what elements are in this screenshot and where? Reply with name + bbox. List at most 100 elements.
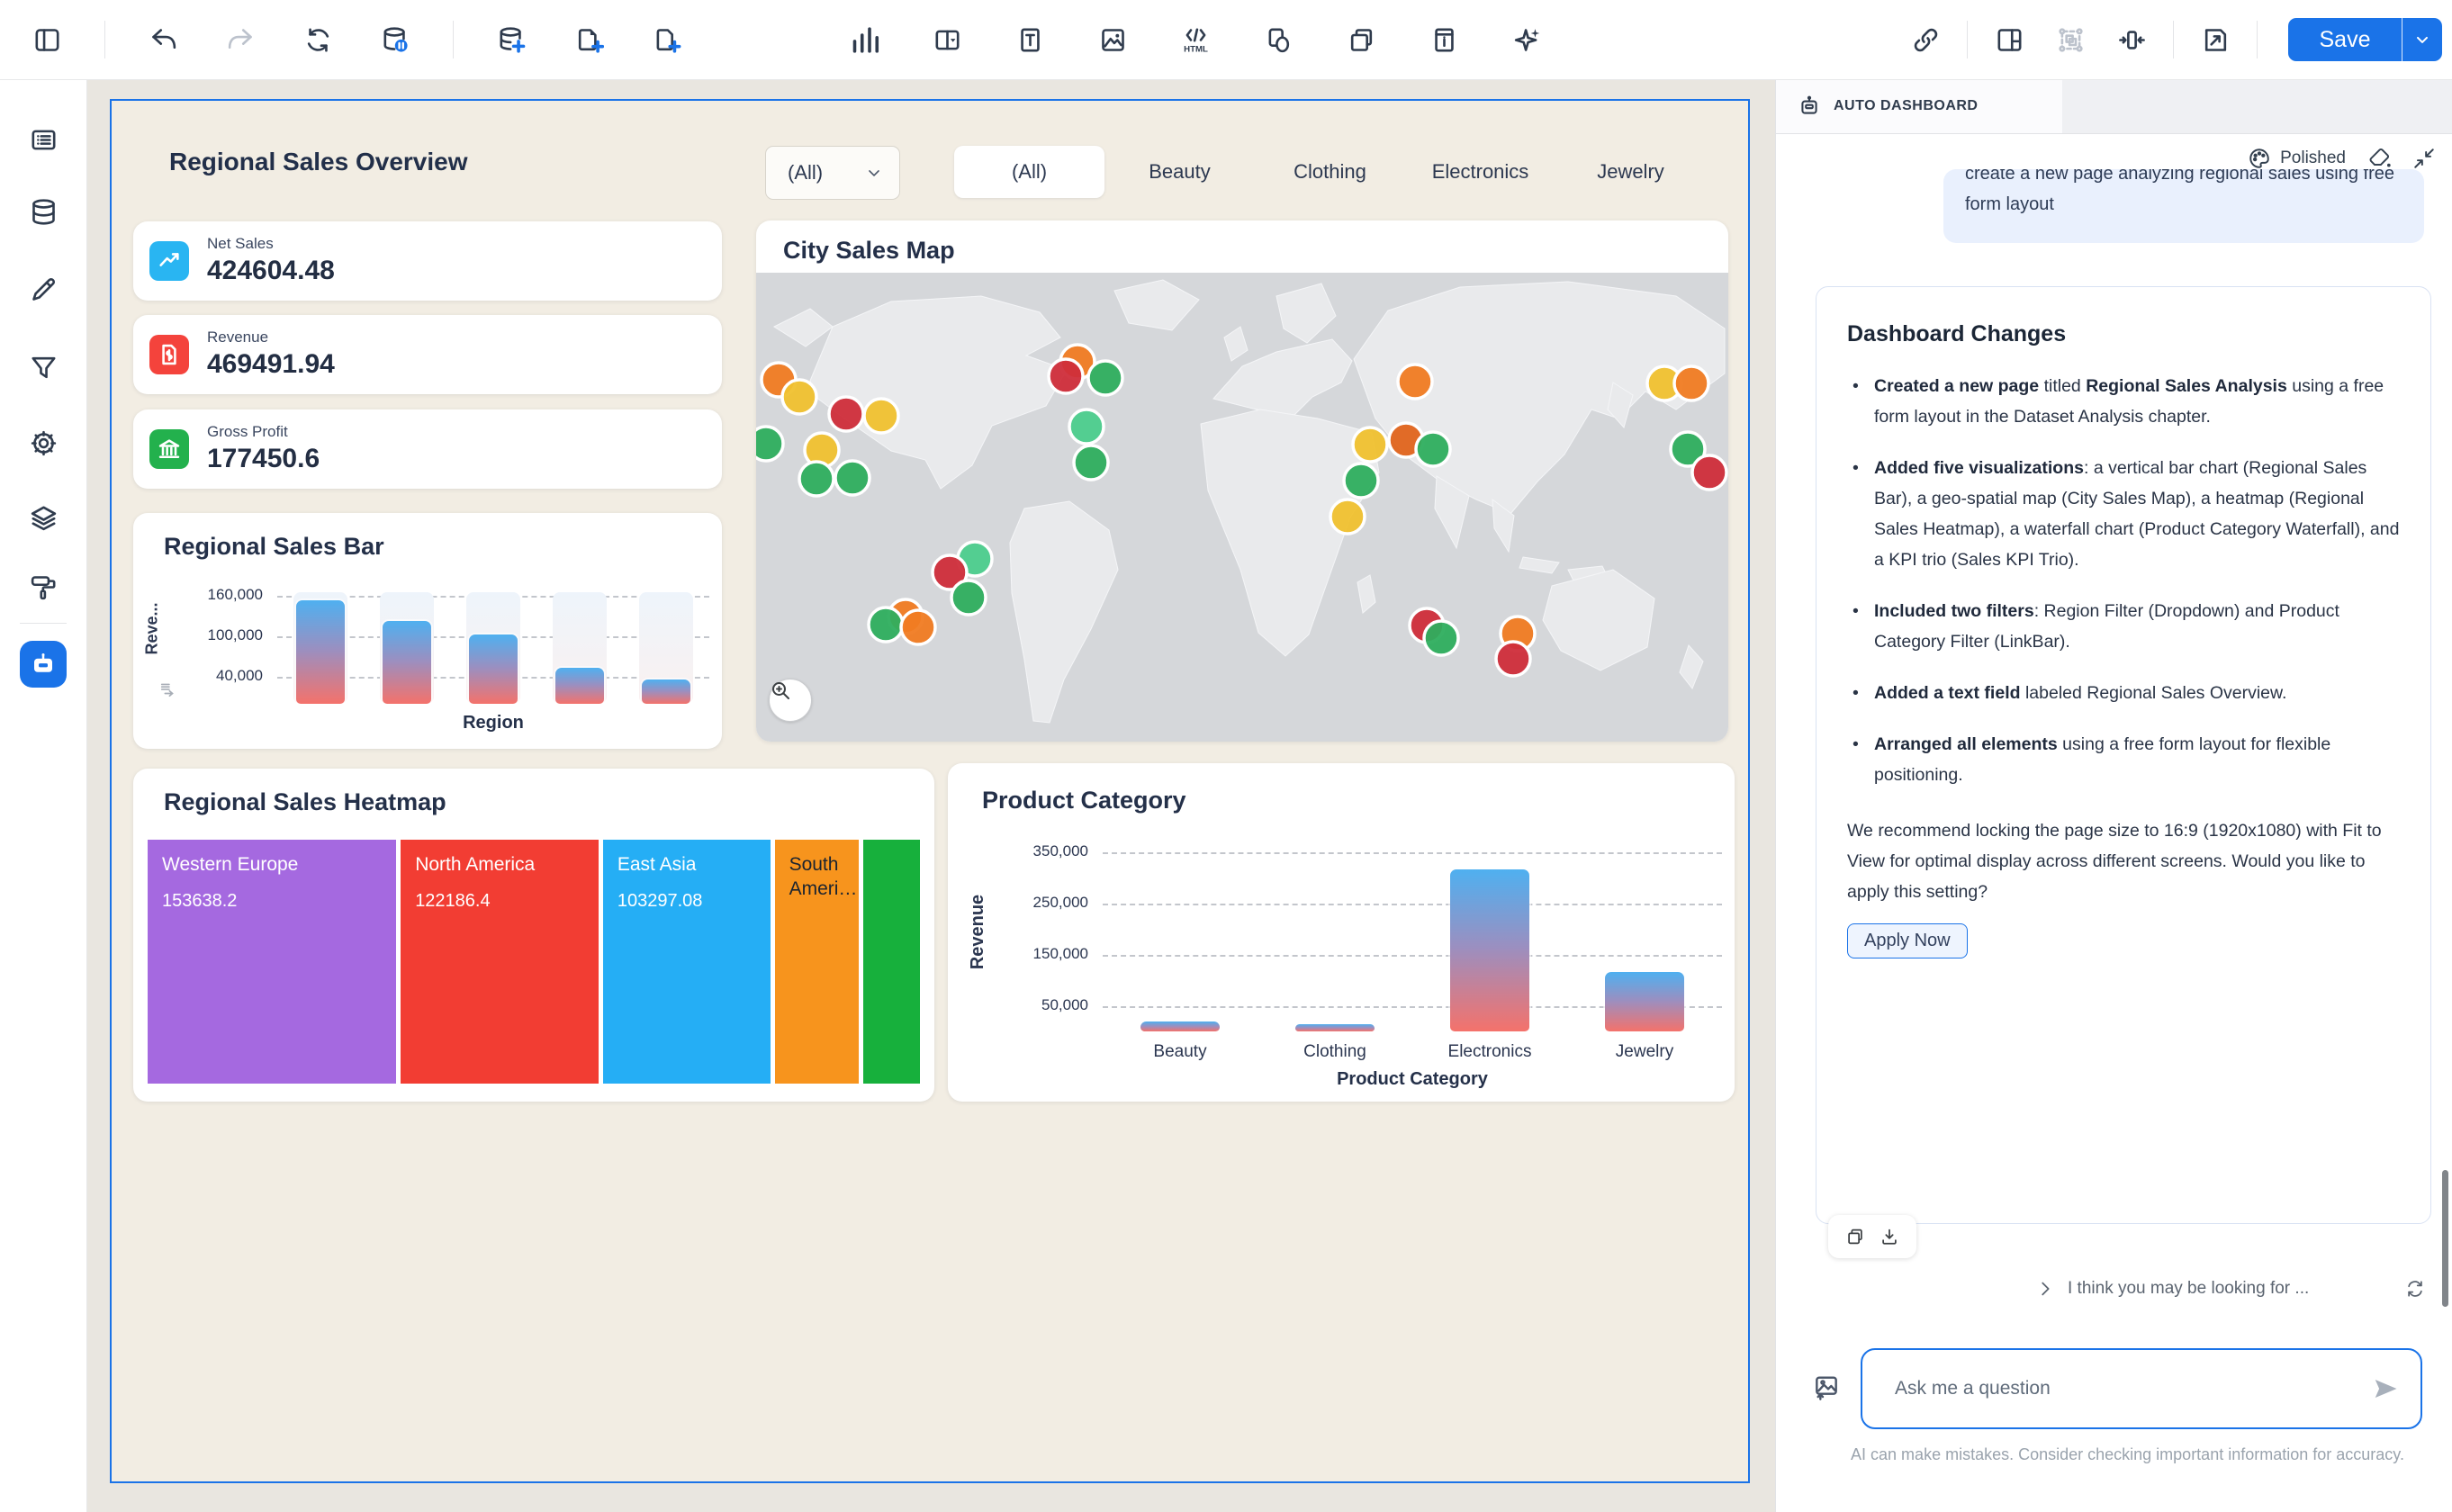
treemap-block[interactable]: East Asia103297.08 xyxy=(603,840,771,1084)
shapes-widget-icon[interactable] xyxy=(1258,20,1298,59)
city-marker[interactable] xyxy=(1496,642,1530,676)
map-zoom-control[interactable] xyxy=(769,679,812,722)
bar[interactable] xyxy=(1295,1024,1375,1031)
city-marker[interactable] xyxy=(1344,464,1378,498)
send-icon[interactable] xyxy=(2372,1375,2399,1402)
city-marker[interactable] xyxy=(1416,432,1450,466)
city-marker[interactable] xyxy=(1674,366,1708,400)
city-marker[interactable] xyxy=(782,380,816,414)
dashboard-page[interactable]: Regional Sales Overview (All) (All) Beau… xyxy=(110,99,1750,1483)
apply-now-button[interactable]: Apply Now xyxy=(1847,923,1968,958)
region-filter-dropdown[interactable]: (All) xyxy=(765,146,900,200)
kpi-card-gross-profit[interactable]: Gross Profit 177450.6 xyxy=(133,410,722,489)
kpi-card-net-sales[interactable]: Net Sales 424604.48 xyxy=(133,221,722,301)
chart-widget-icon[interactable] xyxy=(844,20,884,59)
treemap-block[interactable] xyxy=(863,840,920,1084)
layers-icon[interactable] xyxy=(23,498,63,537)
save-options-chevron[interactable] xyxy=(2402,18,2442,61)
file-add-icon[interactable] xyxy=(646,20,686,59)
product-category-card[interactable]: Product Category Revenue Product Categor… xyxy=(948,763,1735,1102)
city-sales-map-card[interactable]: City Sales Map xyxy=(756,220,1728,742)
category-filter-option-clothing[interactable]: Clothing xyxy=(1255,146,1405,198)
eraser-icon[interactable] xyxy=(2367,147,2391,170)
panel-toggle-icon[interactable] xyxy=(27,20,67,59)
filter-icon[interactable] xyxy=(23,347,63,387)
city-marker[interactable] xyxy=(1424,621,1458,655)
category-filter-option-beauty[interactable]: Beauty xyxy=(1104,146,1255,198)
database-status-icon[interactable] xyxy=(375,20,415,59)
tab-auto-dashboard[interactable]: AUTO DASHBOARD xyxy=(1776,79,2062,133)
bar[interactable] xyxy=(642,680,690,704)
page-scale-icon[interactable] xyxy=(2195,20,2235,59)
city-marker[interactable] xyxy=(1398,364,1432,399)
city-marker[interactable] xyxy=(756,427,783,461)
city-marker[interactable] xyxy=(1353,428,1387,462)
bar[interactable] xyxy=(296,600,345,704)
treemap-block[interactable]: Western Europe153638.2 xyxy=(148,840,396,1084)
suggestion-row[interactable]: I think you may be looking for ... xyxy=(2035,1273,2425,1305)
database-add-icon[interactable] xyxy=(491,20,531,59)
ask-input[interactable] xyxy=(1893,1377,2372,1400)
city-marker[interactable] xyxy=(1049,359,1083,393)
city-marker[interactable] xyxy=(1074,446,1108,480)
theme-icon[interactable] xyxy=(23,567,63,607)
html-widget-icon[interactable]: HTML xyxy=(1176,20,1215,59)
kpi-card-revenue[interactable]: Revenue 469491.94 xyxy=(133,315,722,394)
dropdown-widget-icon[interactable] xyxy=(927,20,967,59)
group-icon[interactable] xyxy=(2051,20,2090,59)
info-card-widget-icon[interactable] xyxy=(1424,20,1464,59)
city-marker[interactable] xyxy=(1088,361,1122,395)
treemap-block[interactable]: South Ameri… xyxy=(775,840,860,1084)
city-marker[interactable] xyxy=(951,580,986,615)
file-copy-add-icon[interactable] xyxy=(569,20,608,59)
bar[interactable] xyxy=(1605,972,1684,1031)
outline-icon[interactable] xyxy=(23,120,63,159)
copy-widget-icon[interactable] xyxy=(1341,20,1381,59)
bar[interactable] xyxy=(1140,1022,1220,1031)
city-marker[interactable] xyxy=(799,462,834,496)
link-icon[interactable] xyxy=(1906,20,1945,59)
text-widget-icon[interactable] xyxy=(1010,20,1050,59)
layout-icon[interactable] xyxy=(1989,20,2029,59)
image-upload-icon[interactable] xyxy=(1808,1370,1844,1406)
city-marker[interactable] xyxy=(901,610,935,644)
city-marker[interactable] xyxy=(1069,410,1104,444)
bar[interactable] xyxy=(383,621,431,704)
regional-sales-heatmap-card[interactable]: Regional Sales Heatmap Western Europe153… xyxy=(133,769,934,1102)
download-icon[interactable] xyxy=(1880,1227,1899,1246)
city-marker[interactable] xyxy=(1692,455,1726,490)
bar[interactable] xyxy=(469,634,518,704)
auto-dashboard-bot-button[interactable] xyxy=(20,641,67,688)
palette-icon[interactable] xyxy=(2248,147,2271,170)
data-icon[interactable] xyxy=(23,192,63,231)
regional-sales-bar-card[interactable]: Regional Sales Bar Reve... Region 40,000… xyxy=(133,513,722,749)
panel-scrollbar[interactable] xyxy=(2442,1170,2448,1307)
redo-icon[interactable] xyxy=(221,20,260,59)
ai-sparkle-icon[interactable] xyxy=(1507,20,1546,59)
city-marker[interactable] xyxy=(835,461,870,495)
city-marker[interactable] xyxy=(869,608,903,642)
regenerate-icon[interactable] xyxy=(2405,1279,2425,1299)
category-filter-option-jewelry[interactable]: Jewelry xyxy=(1555,146,1706,198)
category-filter-option-electronics[interactable]: Electronics xyxy=(1405,146,1555,198)
bar[interactable] xyxy=(555,668,604,704)
undo-icon[interactable] xyxy=(143,20,183,59)
city-marker[interactable] xyxy=(864,399,898,433)
edit-icon[interactable] xyxy=(23,269,63,309)
style-label[interactable]: Polished xyxy=(2280,148,2346,168)
world-map[interactable] xyxy=(756,273,1728,742)
city-marker[interactable] xyxy=(829,397,863,431)
refresh-icon[interactable] xyxy=(298,20,338,59)
change-bullet: Arranged all elements using a free form … xyxy=(1847,729,2400,790)
fit-width-icon[interactable] xyxy=(2112,20,2151,59)
settings-icon[interactable] xyxy=(23,423,63,463)
bar[interactable] xyxy=(1450,869,1529,1031)
category-filter-option-all[interactable]: (All) xyxy=(954,146,1104,198)
treemap-block[interactable]: North America122186.4 xyxy=(401,840,599,1084)
city-marker[interactable] xyxy=(1330,500,1365,534)
image-widget-icon[interactable] xyxy=(1093,20,1132,59)
collapse-panel-icon[interactable] xyxy=(2412,147,2436,170)
save-button[interactable]: Save xyxy=(2288,18,2402,61)
region-filter-value: (All) xyxy=(788,161,865,184)
copy-icon[interactable] xyxy=(1845,1227,1865,1246)
